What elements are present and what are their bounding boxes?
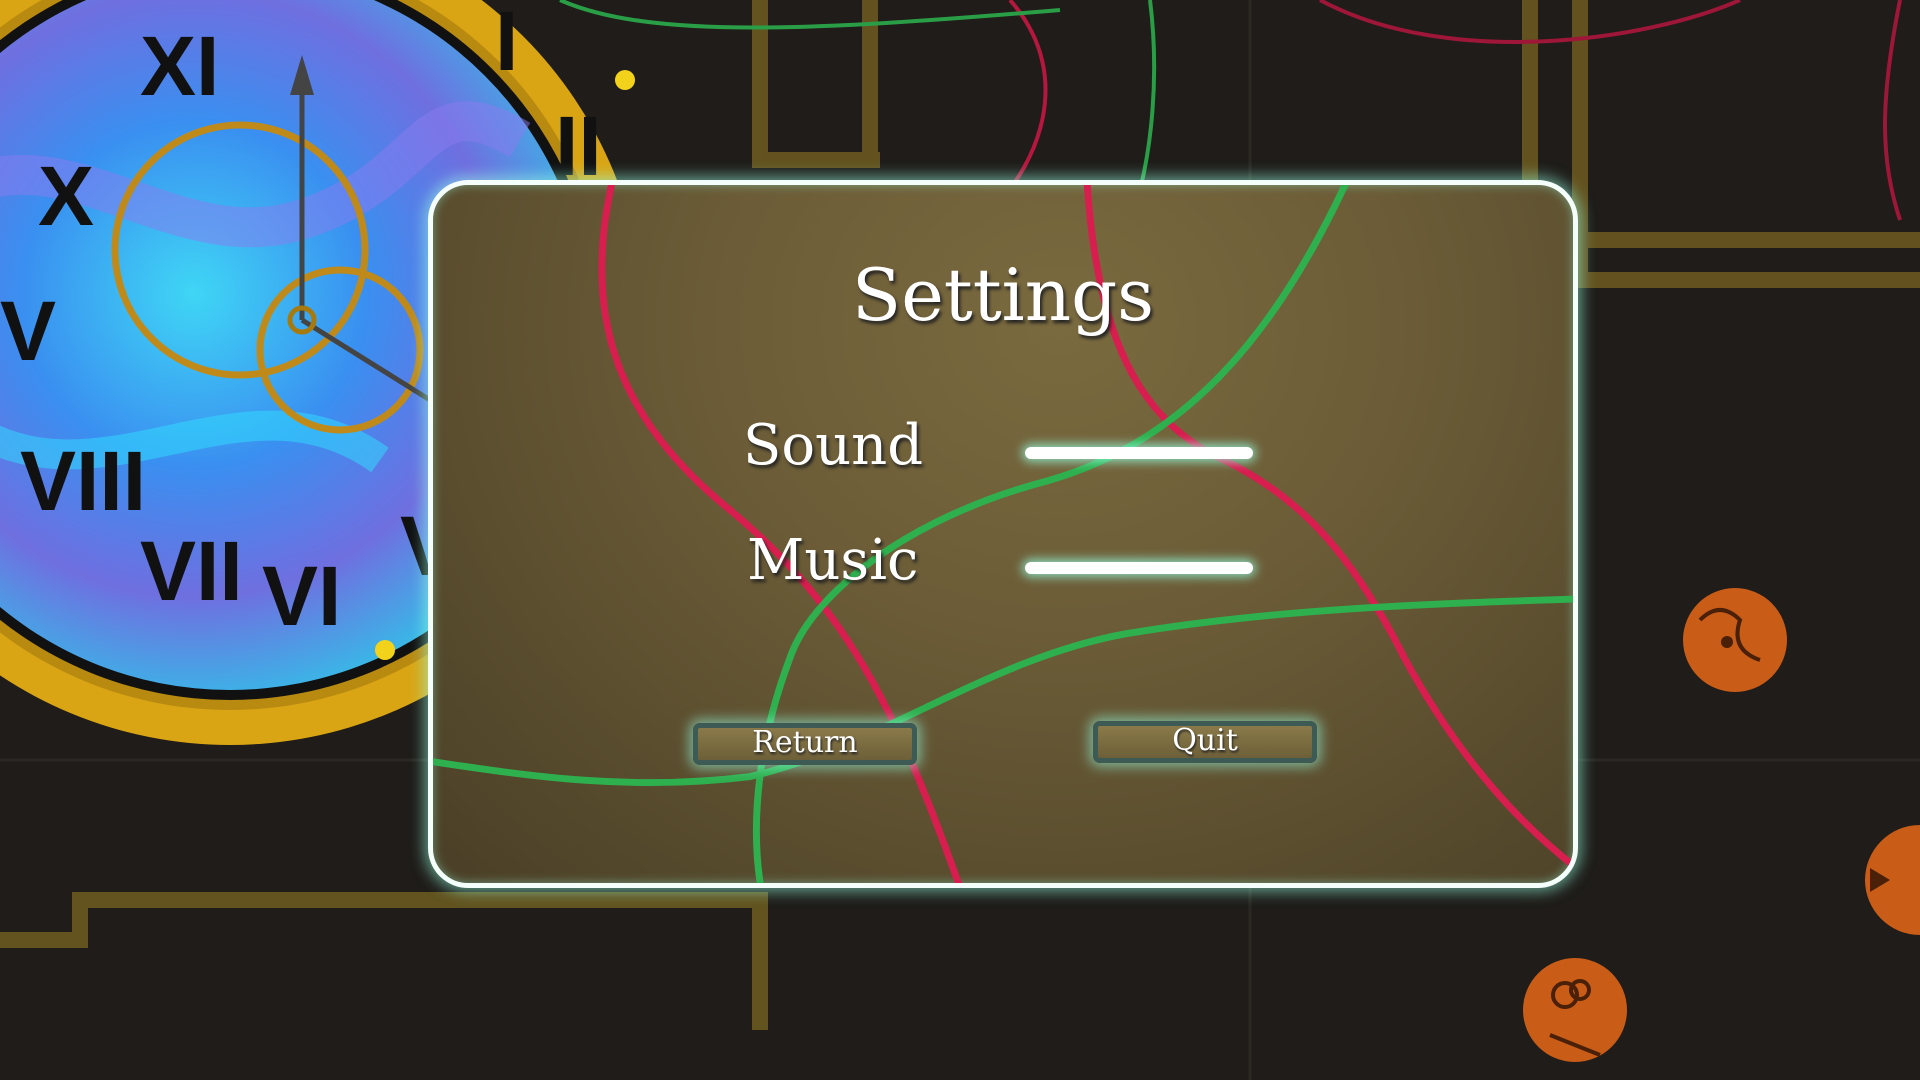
settings-panel: Settings Sound Music Return Quit xyxy=(428,180,1578,888)
clock-numeral: I xyxy=(495,0,518,88)
page-title: Settings xyxy=(851,253,1155,337)
quit-button[interactable]: Quit xyxy=(1093,721,1317,763)
clock-numeral: II xyxy=(555,99,602,193)
clock-numeral: VIII xyxy=(20,434,146,528)
music-volume-slider[interactable] xyxy=(1025,562,1253,574)
sound-label: Sound xyxy=(743,413,924,478)
clock-numeral: V xyxy=(0,284,56,378)
clock-numeral: XI xyxy=(140,19,219,113)
clock-numeral: VII xyxy=(140,524,243,618)
orange-token-icon xyxy=(1683,588,1787,692)
clock-numeral: X xyxy=(38,149,94,243)
music-label: Music xyxy=(747,528,919,593)
orange-token-icon xyxy=(1523,958,1627,1062)
clock-numeral: VI xyxy=(262,549,341,643)
sound-volume-slider[interactable] xyxy=(1025,447,1253,459)
return-button[interactable]: Return xyxy=(693,723,917,765)
